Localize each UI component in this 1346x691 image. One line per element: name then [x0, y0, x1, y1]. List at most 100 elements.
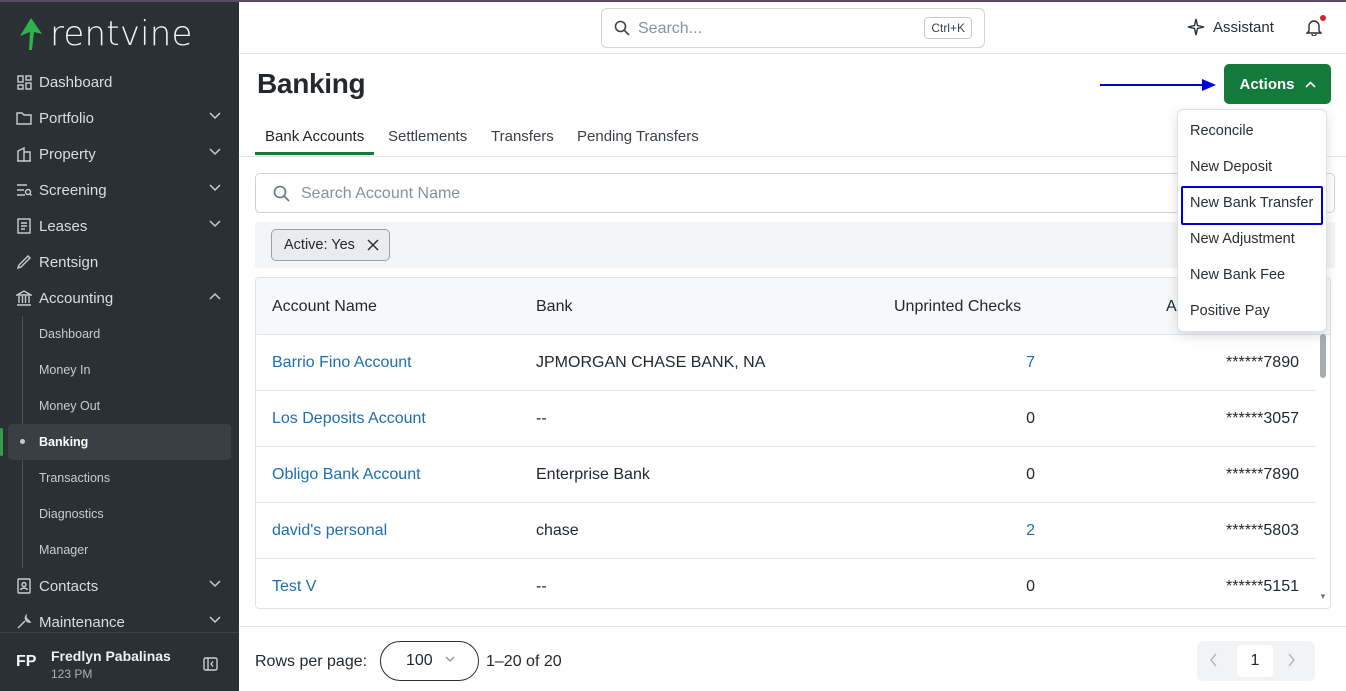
sidebar-subitem-label: Transactions — [39, 471, 111, 485]
sidebar-item-portfolio[interactable]: Portfolio — [0, 100, 239, 136]
table-row: Obligo Bank Account Enterprise Bank 0 **… — [256, 447, 1316, 503]
logo-text: rentvine — [50, 14, 193, 54]
tab-bank-accounts[interactable]: Bank Accounts — [265, 128, 364, 145]
table-scrollbar[interactable]: ▼ — [1319, 334, 1327, 604]
active-dot — [20, 439, 25, 444]
sidebar-subitem-diagnostics[interactable]: Diagnostics — [0, 496, 239, 532]
rows-per-page-value: 100 — [406, 652, 433, 669]
building-icon — [16, 146, 32, 162]
sidebar-nav: Dashboard Portfolio Property Screening L… — [0, 64, 239, 640]
actions-button[interactable]: Actions — [1224, 64, 1331, 104]
notification-dot — [1320, 15, 1326, 21]
sidebar-subitem-transactions[interactable]: Transactions — [0, 460, 239, 496]
close-icon[interactable] — [367, 239, 379, 251]
bank-cell: chase — [536, 522, 579, 539]
account-name-link[interactable]: Obligo Bank Account — [272, 466, 421, 484]
bank-icon — [16, 290, 32, 306]
account-number-cell: ******5803 — [1226, 522, 1299, 539]
sidebar-subitem-money-out[interactable]: Money Out — [0, 388, 239, 424]
scroll-down-icon[interactable]: ▼ — [1319, 592, 1327, 601]
chevron-down-icon — [209, 184, 221, 192]
screening-icon — [16, 182, 32, 198]
rows-per-page-select[interactable]: 100 — [380, 641, 479, 681]
chevron-up-icon — [1304, 80, 1316, 88]
filter-chip-active[interactable]: Active: Yes — [271, 229, 390, 261]
table-row: Test V -- 0 ******5151 — [256, 559, 1316, 608]
dashboard-icon — [16, 74, 32, 90]
sidebar-subitem-manager[interactable]: Manager — [0, 532, 239, 568]
unprinted-checks-cell: 0 — [1026, 466, 1035, 483]
column-header-unprinted-checks[interactable]: Unprinted Checks — [894, 298, 1021, 316]
tab-pending-transfers[interactable]: Pending Transfers — [577, 128, 699, 145]
bell-icon — [1305, 20, 1323, 37]
tab-transfers[interactable]: Transfers — [491, 128, 554, 145]
sidebar-subitem-dashboard[interactable]: Dashboard — [0, 316, 239, 352]
notifications-button[interactable] — [1305, 15, 1326, 41]
tab-settlements[interactable]: Settlements — [388, 128, 467, 145]
search-icon — [614, 20, 630, 36]
bank-cell: -- — [536, 410, 547, 427]
assistant-label: Assistant — [1213, 18, 1274, 36]
menu-item-new-bank-transfer[interactable]: New Bank Transfer — [1190, 195, 1313, 211]
sidebar-subitem-banking[interactable]: Banking — [0, 424, 231, 460]
collapse-sidebar-icon[interactable] — [203, 657, 218, 671]
table-row: david's personal chase 2 ******5803 — [256, 503, 1316, 559]
account-search-input[interactable]: Search Account Name — [255, 173, 1335, 213]
menu-item-positive-pay[interactable]: Positive Pay — [1190, 303, 1270, 319]
unprinted-checks-link[interactable]: 7 — [995, 354, 1035, 372]
sidebar-subitem-money-in[interactable]: Money In — [0, 352, 239, 388]
sidebar-item-rentsign[interactable]: Rentsign — [0, 244, 239, 280]
chevron-left-icon[interactable] — [1209, 653, 1218, 667]
account-name-link[interactable]: david's personal — [272, 522, 387, 540]
accounting-submenu: Dashboard Money In Money Out Banking Tra… — [0, 316, 239, 568]
sidebar-item-contacts[interactable]: Contacts — [0, 568, 239, 604]
scrollbar-thumb[interactable] — [1320, 334, 1326, 378]
annotation-arrow-icon — [1100, 79, 1216, 91]
unprinted-checks-cell: 0 — [1026, 578, 1035, 595]
chevron-down-icon — [209, 112, 221, 120]
sidebar-item-label: Rentsign — [39, 253, 99, 271]
sidebar-item-label: Leases — [39, 217, 88, 235]
sidebar-item-label: Screening — [39, 181, 107, 199]
sidebar-subitem-label: Diagnostics — [39, 507, 104, 521]
pager: 1 — [1197, 641, 1315, 681]
chevron-right-icon[interactable] — [1287, 653, 1296, 667]
page-title: Banking — [257, 68, 366, 99]
chevron-up-icon — [209, 292, 221, 300]
menu-item-reconcile[interactable]: Reconcile — [1190, 123, 1254, 139]
column-header-account-number[interactable]: A — [1166, 298, 1177, 316]
bank-cell: Enterprise Bank — [536, 466, 650, 483]
account-name-link[interactable]: Los Deposits Account — [272, 410, 426, 428]
sidebar-item-property[interactable]: Property — [0, 136, 239, 172]
menu-item-new-adjustment[interactable]: New Adjustment — [1190, 231, 1295, 247]
unprinted-checks-link[interactable]: 2 — [995, 522, 1035, 540]
sidebar-item-label: Property — [39, 145, 96, 163]
sidebar-item-dashboard[interactable]: Dashboard — [0, 64, 239, 100]
document-icon — [16, 218, 32, 234]
sidebar-subitem-label: Manager — [39, 543, 89, 557]
active-tab-indicator — [255, 152, 374, 155]
assistant-button[interactable]: Assistant — [1187, 18, 1274, 36]
menu-item-new-deposit[interactable]: New Deposit — [1190, 159, 1272, 175]
sidebar-item-accounting[interactable]: Accounting — [0, 280, 239, 316]
column-header-bank[interactable]: Bank — [536, 298, 572, 316]
user-subtitle: 123 PM — [51, 667, 93, 681]
sidebar-subitem-label: Dashboard — [39, 327, 101, 341]
top-border — [0, 0, 1346, 2]
sidebar-item-label: Portfolio — [39, 109, 95, 127]
actions-menu: Reconcile New Deposit New Bank Transfer … — [1177, 109, 1327, 332]
account-search-placeholder: Search Account Name — [301, 185, 461, 202]
account-name-link[interactable]: Test V — [272, 578, 316, 596]
pagination-range: 1–20 of 20 — [486, 653, 562, 670]
search-placeholder: Search... — [638, 20, 703, 37]
sidebar-item-screening[interactable]: Screening — [0, 172, 239, 208]
logo[interactable]: rentvine — [18, 14, 193, 54]
menu-item-new-bank-fee[interactable]: New Bank Fee — [1190, 267, 1285, 283]
account-name-link[interactable]: Barrio Fino Account — [272, 354, 412, 372]
user-bar[interactable]: FP Fredlyn Pabalinas 123 PM — [0, 632, 239, 691]
sidebar-item-leases[interactable]: Leases — [0, 208, 239, 244]
filter-bar: Active: Yes — [255, 222, 1335, 268]
global-search-input[interactable]: Search... Ctrl+K — [601, 8, 985, 48]
page-number-button[interactable]: 1 — [1237, 645, 1273, 677]
column-header-account-name[interactable]: Account Name — [272, 298, 377, 316]
